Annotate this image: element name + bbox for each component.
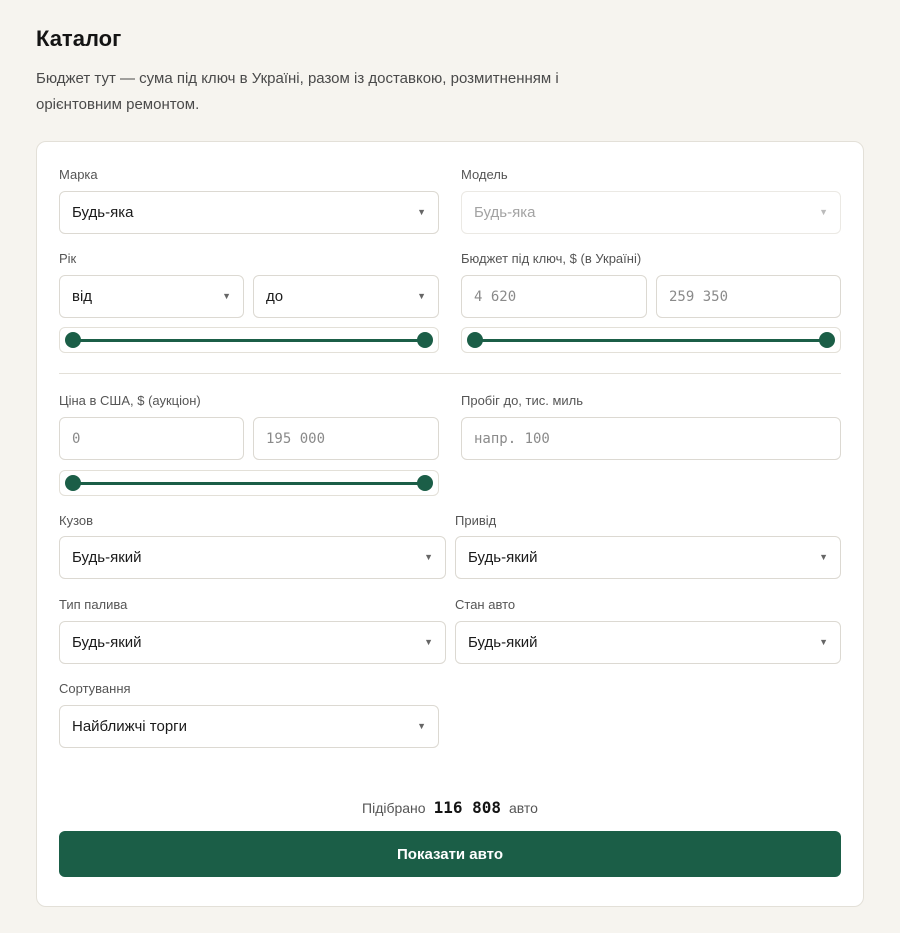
section-divider	[59, 373, 841, 374]
results-count: Підібрано 116 808 авто	[37, 798, 863, 817]
year-range-slider[interactable]	[59, 327, 439, 353]
budget-range-track	[475, 339, 827, 342]
body-select[interactable]: Будь-який ▼	[59, 536, 446, 579]
mileage-input[interactable]: напр. 100	[461, 417, 841, 460]
condition-select[interactable]: Будь-який ▼	[455, 621, 841, 664]
drive-select-value: Будь-який	[468, 549, 538, 566]
fuel-label: Тип палива	[59, 597, 128, 612]
budget-max-placeholder: 259 350	[669, 288, 729, 305]
us-price-range-min-handle[interactable]	[65, 475, 81, 491]
results-prefix: Підібрано	[362, 800, 426, 816]
chevron-down-icon: ▼	[424, 637, 433, 647]
year-range-max-handle[interactable]	[417, 332, 433, 348]
budget-min-placeholder: 4 620	[474, 288, 517, 305]
year-from-value: від	[72, 288, 93, 305]
sort-select[interactable]: Найближчі торги ▼	[59, 705, 439, 748]
budget-range-min-handle[interactable]	[467, 332, 483, 348]
budget-min-input[interactable]: 4 620	[461, 275, 647, 318]
filter-card: Марка Будь-яка ▼ Модель Будь-яка ▼ Рік в…	[36, 141, 864, 907]
chevron-down-icon: ▼	[819, 552, 828, 562]
year-from-select[interactable]: від ▼	[59, 275, 244, 318]
fuel-select[interactable]: Будь-який ▼	[59, 621, 446, 664]
year-range-track	[73, 339, 425, 342]
year-to-select[interactable]: до ▼	[253, 275, 439, 318]
body-label: Кузов	[59, 513, 94, 528]
page-title: Каталог	[36, 26, 122, 51]
year-to-value: до	[266, 288, 284, 305]
chevron-down-icon: ▼	[819, 637, 828, 647]
condition-select-value: Будь-який	[468, 634, 538, 651]
year-range-min-handle[interactable]	[65, 332, 81, 348]
chevron-down-icon: ▼	[819, 207, 828, 217]
budget-range-max-handle[interactable]	[819, 332, 835, 348]
results-count-number: 116 808	[433, 798, 502, 817]
results-suffix: авто	[509, 800, 538, 816]
us-price-label: Ціна в США, $ (аукціон)	[59, 393, 201, 408]
us-price-range-max-handle[interactable]	[417, 475, 433, 491]
drive-label: Привід	[455, 513, 497, 528]
fuel-select-value: Будь-який	[72, 634, 142, 651]
us-price-max-placeholder: 195 000	[266, 430, 326, 447]
show-cars-button[interactable]: Показати авто	[59, 831, 841, 877]
chevron-down-icon: ▼	[424, 552, 433, 562]
model-select[interactable]: Будь-яка ▼	[461, 191, 841, 234]
page-description: Бюджет тут — сума під ключ в Україні, ра…	[36, 70, 559, 113]
chevron-down-icon: ▼	[417, 207, 426, 217]
budget-max-input[interactable]: 259 350	[656, 275, 841, 318]
model-select-value: Будь-яка	[474, 204, 536, 221]
us-price-range-track	[73, 482, 425, 485]
make-label: Марка	[59, 167, 98, 182]
chevron-down-icon: ▼	[417, 291, 426, 301]
make-select[interactable]: Будь-яка ▼	[59, 191, 439, 234]
mileage-placeholder: напр. 100	[474, 430, 550, 447]
body-select-value: Будь-який	[72, 549, 142, 566]
chevron-down-icon: ▼	[222, 291, 231, 301]
us-price-max-input[interactable]: 195 000	[253, 417, 439, 460]
sort-label: Сортування	[59, 681, 131, 696]
condition-label: Стан авто	[455, 597, 516, 612]
us-price-min-input[interactable]: 0	[59, 417, 244, 460]
mileage-label: Пробіг до, тис. миль	[461, 393, 584, 408]
us-price-range-slider[interactable]	[59, 470, 439, 496]
drive-select[interactable]: Будь-який ▼	[455, 536, 841, 579]
sort-select-value: Найближчі торги	[72, 718, 188, 735]
make-select-value: Будь-яка	[72, 204, 134, 221]
chevron-down-icon: ▼	[417, 721, 426, 731]
model-label: Модель	[461, 167, 508, 182]
budget-label: Бюджет під ключ, $ (в Україні)	[461, 251, 642, 266]
us-price-min-placeholder: 0	[72, 430, 81, 447]
year-label: Рік	[59, 251, 77, 266]
budget-range-slider[interactable]	[461, 327, 841, 353]
